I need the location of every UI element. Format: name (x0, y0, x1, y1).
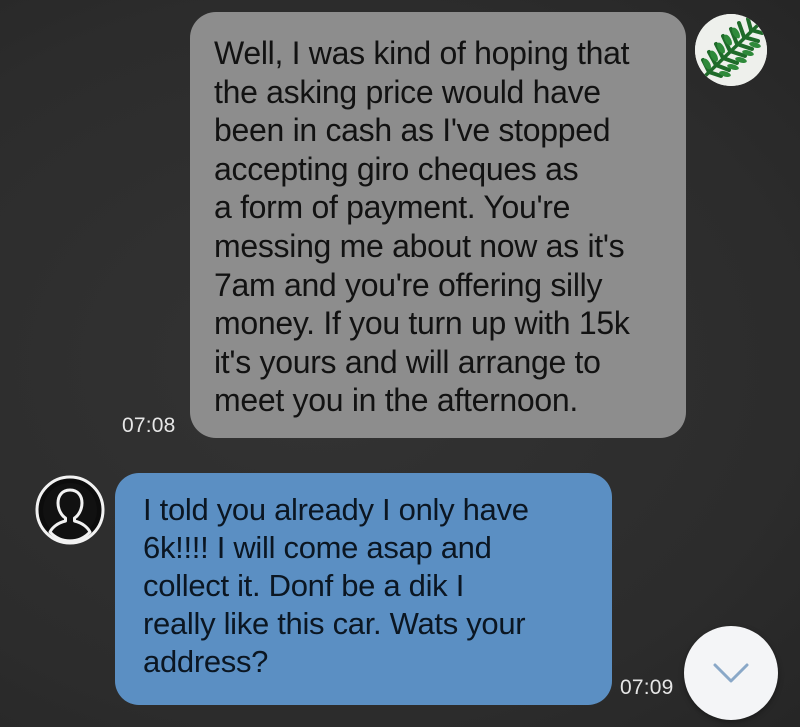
outgoing-message-bubble[interactable]: Well, I was kind of hoping that the aski… (190, 12, 686, 438)
outgoing-message-timestamp: 07:08 (122, 414, 176, 437)
scroll-to-bottom-button[interactable] (684, 626, 778, 720)
incoming-message-timestamp: 07:09 (620, 676, 674, 699)
outgoing-message-text: Well, I was kind of hoping that the aski… (214, 35, 630, 419)
fern-leaf-avatar-icon[interactable] (695, 14, 767, 86)
chevron-down-icon (713, 663, 749, 683)
user-silhouette-icon[interactable] (35, 475, 105, 545)
incoming-message-bubble[interactable]: I told you already I only have 6k!!!! I … (115, 473, 612, 705)
chat-conversation[interactable]: Well, I was kind of hoping that the aski… (0, 0, 800, 727)
incoming-message-text: I told you already I only have 6k!!!! I … (143, 492, 529, 679)
